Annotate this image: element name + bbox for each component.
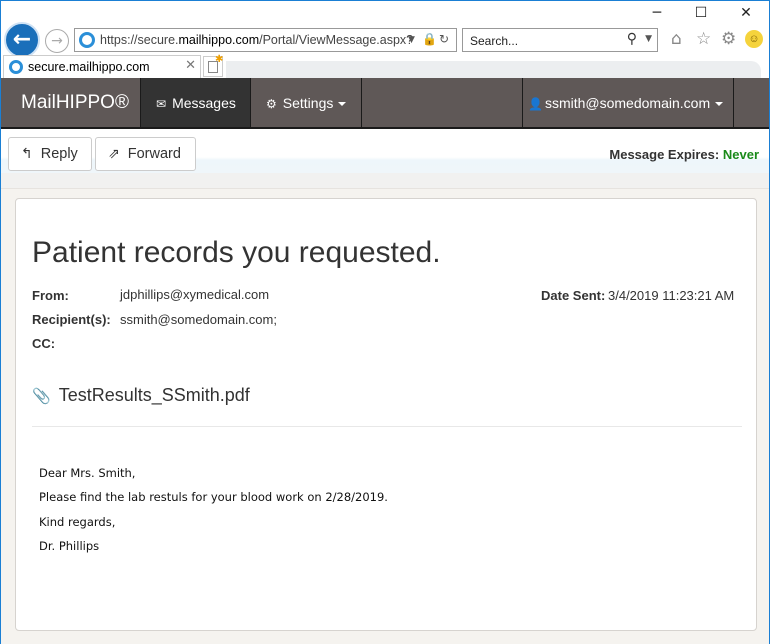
ie-icon (79, 32, 95, 48)
caret-down-icon (715, 102, 724, 107)
new-tab-button[interactable]: ✱ (203, 54, 224, 77)
attachment-link[interactable]: 📎 TestResults_SSmith.pdf (32, 385, 250, 406)
reply-label: Reply (40, 146, 78, 162)
maximize-button[interactable]: ☐ (690, 5, 712, 21)
cog-icon: ⚙ (266, 97, 277, 111)
reply-icon: ↰ (21, 146, 33, 162)
ie-icon (9, 60, 23, 74)
envelope-icon: ✉ (156, 97, 167, 111)
forward-nav-button[interactable]: → (45, 29, 69, 53)
nav-user-menu[interactable]: 👤 ssmith@somedomain.com (522, 78, 734, 127)
tab-row: secure.mailhippo.com ✕ ✱ (1, 54, 769, 78)
from-label: From: (32, 288, 69, 303)
search-dropdown-icon[interactable]: ▼ (645, 34, 652, 44)
body-line: Please find the lab restuls for your blo… (39, 490, 388, 504)
forward-button[interactable]: ⇗ Forward (95, 137, 196, 171)
body-line: Dr. Phillips (39, 539, 100, 553)
reply-button[interactable]: ↰ Reply (8, 137, 92, 171)
from-value: jdphillips@xymedical.com (120, 287, 270, 302)
star-icon[interactable]: ☆ (696, 29, 711, 49)
url-domain: mailhippo.com (178, 33, 260, 47)
sparkle-icon: ✱ (215, 54, 224, 65)
divider (32, 426, 742, 427)
date-sent-label: Date Sent: (541, 288, 606, 303)
attachment-name: TestResults_SSmith.pdf (58, 385, 250, 405)
gear-icon[interactable]: ⚙ (721, 29, 736, 49)
main-area: Patient records you requested. From: jdp… (1, 189, 769, 644)
forward-icon: → (51, 33, 63, 49)
caret-down-icon (338, 102, 347, 107)
back-icon: ← (12, 27, 32, 52)
close-window-button[interactable]: ✕ (735, 5, 757, 21)
search-placeholder: Search... (470, 34, 519, 48)
message-subject: Patient records you requested. (32, 236, 441, 269)
forward-label: Forward (127, 146, 181, 162)
smiley-icon[interactable]: ☺ (745, 30, 763, 48)
share-icon: ⇗ (108, 146, 120, 162)
user-icon: 👤 (528, 97, 543, 111)
url-prefix: https://secure. (100, 33, 179, 47)
nav-messages[interactable]: ✉ Messages (140, 78, 250, 127)
title-bar: ─ ☐ ✕ (1, 1, 769, 25)
address-dropdown-icon[interactable]: ▼ (408, 35, 415, 45)
expires-label: Message Expires: (609, 147, 720, 162)
nav-messages-label: Messages (172, 95, 236, 111)
message-card: Patient records you requested. From: jdp… (15, 198, 757, 631)
paperclip-icon: 📎 (32, 387, 51, 405)
expires-value: Never (722, 147, 759, 162)
home-icon[interactable]: ⌂ (671, 29, 682, 49)
address-row: ← → https://secure.mailhippo.com/Portal/… (1, 22, 769, 58)
browser-window: ─ ☐ ✕ ← → https://secure.mailhippo.com/P… (0, 0, 770, 644)
tab-title: secure.mailhippo.com (28, 60, 150, 74)
lock-icon[interactable]: 🔒 (422, 32, 437, 46)
back-button[interactable]: ← (4, 22, 40, 58)
body-line: Kind regards, (39, 515, 116, 529)
date-sent-value: 3/4/2019 11:23:21 AM (608, 288, 735, 303)
toolbar-band (1, 173, 769, 189)
browser-tab[interactable]: secure.mailhippo.com ✕ (3, 55, 201, 78)
search-box[interactable]: Search... ⚲ ▼ (462, 28, 658, 52)
cc-label: CC: (32, 336, 56, 351)
navbar: MailHIPPO® ✉ Messages ⚙ Settings 👤 ssmith@s… (1, 78, 769, 129)
minimize-button[interactable]: ─ (646, 5, 668, 21)
close-tab-icon[interactable]: ✕ (185, 58, 196, 73)
tab-strip (226, 61, 761, 78)
nav-settings[interactable]: ⚙ Settings (250, 78, 362, 127)
body-line: Dear Mrs. Smith, (39, 466, 136, 480)
message-expires: Message Expires: Never (609, 147, 759, 162)
search-icon[interactable]: ⚲ (627, 31, 637, 47)
message-toolbar: ↰ Reply ⇗ Forward Message Expires: Never (1, 131, 769, 189)
recipients-label: Recipient(s): (32, 312, 111, 327)
nav-settings-label: Settings (282, 95, 334, 111)
url-text[interactable]: https://secure.mailhippo.com/Portal/View… (100, 33, 413, 47)
address-bar[interactable]: https://secure.mailhippo.com/Portal/View… (74, 28, 457, 52)
recipients-value: ssmith@somedomain.com; (120, 312, 277, 327)
refresh-icon[interactable]: ↻ (439, 32, 449, 46)
nav-user-label: ssmith@somedomain.com (544, 95, 711, 111)
brand-logo[interactable]: MailHIPPO® (21, 92, 129, 114)
url-path: /Portal/ViewMessage.aspx? (259, 33, 414, 47)
